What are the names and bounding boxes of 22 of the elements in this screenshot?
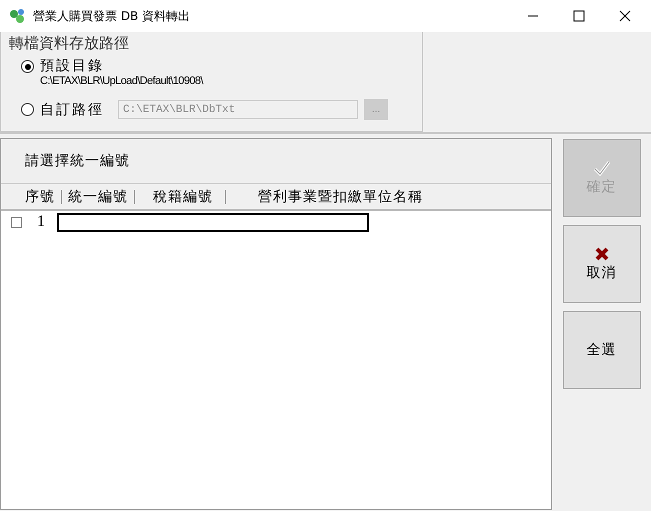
radio-button[interactable] [21, 60, 34, 73]
column-header[interactable]: 營利事業暨扣繳單位名稱 [226, 188, 429, 206]
row-checkbox[interactable] [11, 216, 22, 228]
column-header[interactable]: 統一編號 [62, 188, 134, 206]
row-number: 1 [36, 213, 46, 231]
cancel-button[interactable]: 取消 [562, 225, 640, 303]
radio-label: 自訂路徑 [40, 102, 104, 118]
column-header[interactable]: 序號 [1, 188, 61, 206]
select-all-button[interactable]: 全選 [562, 311, 640, 389]
prompt-text: 請選擇統一編號 [25, 152, 130, 170]
cell-editor-field[interactable] [57, 212, 369, 232]
app-icon [9, 7, 27, 25]
radio-button[interactable] [21, 103, 34, 116]
cross-icon [594, 246, 610, 262]
radio-label: 預設目錄 [40, 58, 105, 75]
window-title: 營業人購買發票 DB 資料轉出 [33, 8, 190, 24]
check-icon [592, 160, 610, 176]
column-header[interactable]: 稅籍編號 [135, 188, 225, 206]
group-title: 轉檔資料存放路徑 [9, 34, 130, 53]
maximize-icon[interactable] [573, 10, 585, 22]
close-icon[interactable] [619, 10, 631, 22]
path-text: C:\ETAX\BLR\UpLoad\Default\10908\ [40, 75, 203, 87]
